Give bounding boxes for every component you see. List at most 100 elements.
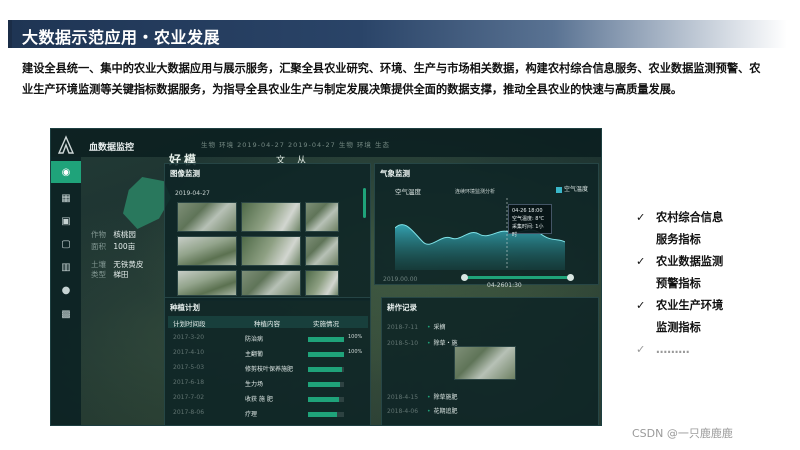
farming-record-title: 耕作记录 [387,303,417,312]
legend-swatch [555,186,562,193]
progress-bar [308,352,344,357]
monitor-photo[interactable] [177,236,237,266]
indicator-list: ✓ 农村综合信息 服务指标 ✓ 农业数据监测 预警指标 ✓ 农业生产环境 监测指标 ✓… [636,207,723,361]
info-row-type: 类型 梯田 [91,270,129,279]
planting-plan-title: 种植计划 [170,303,200,312]
progress-fill [308,337,344,342]
plan-table-row[interactable]: 2017-7-02 收获 施 肥 [168,394,364,406]
progress-bar [308,412,344,417]
chart-left-label: 2019.00.00 [383,276,418,283]
slider-start-knob[interactable] [461,274,468,281]
farming-record-panel: 耕作记录 2018-7-11 • 采摘 2018-5-10 • 除草・施 2018-4-… [381,297,599,425]
weather-chart-title: 连续环境监测分析 [455,189,496,195]
slide: 大数据示范应用・农业发展 建设全县统一、集中的农业大数据应用与展示服务，汇聚全县… [0,0,800,450]
plan-header-status: 实施情况 [313,320,339,328]
progress-bar [308,397,344,402]
indicator-item-cont: 服务指标 [656,233,701,246]
plan-table-row[interactable]: 2017-8-06 疗理 [168,409,364,421]
check-icon: ✓ [636,211,646,224]
plan-crop: 收获 施 肥 [245,396,273,403]
check-icon: ✓ [636,255,646,268]
weather-legend: 空气温度 [555,184,588,193]
plan-date: 2017-4-10 [173,349,205,356]
info-row-crop: 作物 核桃园 [91,230,136,239]
plan-date: 2017-5-03 [173,364,205,371]
progress-fill [308,352,344,357]
plan-crop: 防治病 [245,336,264,343]
planting-plan-panel: 种植计划 计划时间段 种植内容 实施情况 2017-3-20 防治病 100% 201… [164,297,371,425]
slider-end-knob[interactable] [567,274,574,281]
chart-tooltip: 04-26 18:00 空气温度: 8℃ 采集时间: 1小时 [508,204,552,238]
plan-table-row[interactable]: 2017-5-03 修剪枝叶保养施肥 [168,364,364,376]
nav-image-icon[interactable]: ▣ [51,210,81,232]
dashboard-tags: 生物 环境 2019-04-27 2019-04-27 生物 环境 生态 [201,141,390,149]
app-logo-icon [57,135,75,157]
watermark: CSDN @一只鹿鹿鹿 [632,427,733,440]
monitor-photo[interactable] [177,202,237,232]
progress-percent: 100% [348,349,363,355]
nav-building-icon[interactable]: ▦ [51,187,81,209]
monitor-photo[interactable] [241,202,301,232]
progress-percent: 100% [348,334,363,340]
record-photo[interactable] [454,346,516,380]
image-monitor-panel: 图像监测 2019-04-27 [164,163,371,301]
monitor-photo[interactable] [177,270,237,296]
plan-date: 2017-8-06 [173,409,205,416]
progress-fill [308,367,343,372]
check-icon: ✓ [636,299,646,312]
weather-subtitle: 空气温度 [395,188,421,196]
plan-date: 2017-3-20 [173,334,205,341]
plan-crop: 生力场 [245,381,264,388]
plan-table-row[interactable]: 2017-4-10 主翻葡 100% [168,349,364,361]
plan-crop: 修剪枝叶保养施肥 [245,366,294,373]
image-monitor-date: 2019-04-27 [175,190,210,197]
record-item[interactable]: 2018-4-15 • 除草施肥 [387,392,458,401]
progress-bar [308,337,344,342]
monitor-photo[interactable] [305,236,339,266]
indicator-item: ✓……… [636,339,723,361]
indicator-item-cont: 监测指标 [656,321,701,334]
check-icon: ✓ [636,343,646,356]
progress-bar [308,382,344,387]
record-item[interactable]: 2018-5-10 • 除草・施 [387,338,458,347]
image-scrollbar[interactable] [363,188,366,218]
slider-label: 04-2601:30 [487,282,522,289]
monitor-photo[interactable] [305,270,339,296]
page-title: 大数据示范应用・农业发展 [22,28,221,47]
description-text: 建设全县统一、集中的农业大数据应用与展示服务，汇聚全县农业研究、环境、生产与市场… [22,62,761,96]
plan-table-row[interactable]: 2017-6-18 生力场 [168,379,364,391]
progress-fill [308,412,337,417]
progress-bar [308,367,344,372]
plan-header-date: 计划时间段 [173,320,206,328]
nav-grid-icon[interactable]: ▩ [51,303,81,325]
plan-table-header: 计划时间段 种植内容 实施情况 [168,316,368,328]
dashboard-title: 血数据监控 [89,143,135,153]
monitor-photo[interactable] [305,202,339,232]
indicator-item: ✓ 农业数据监测 [636,251,723,273]
tooltip-interval: 采集时间: 1小时 [512,224,544,238]
plan-date: 2017-7-02 [173,394,205,401]
info-row-area: 面积 100亩 [91,242,136,251]
record-item[interactable]: 2018-7-11 • 采摘 [387,322,446,331]
plan-header-content: 种植内容 [254,320,280,328]
plan-crop: 主翻葡 [245,351,264,358]
dashboard-screenshot: 血数据监控 生物 环境 2019-04-27 2019-04-27 生物 环境 … [50,128,602,426]
progress-fill [308,397,339,402]
record-item[interactable]: 2018-4-06 • 花期追肥 [387,406,458,415]
monitor-photo[interactable] [241,236,301,266]
indicator-item-cont: 预警指标 [656,277,701,290]
nav-home-icon[interactable]: ◉ [51,161,81,183]
weather-monitor-title: 气象监测 [380,169,410,178]
plan-date: 2017-6-18 [173,379,205,386]
image-monitor-title: 图像监测 [170,169,200,178]
nav-frame-icon[interactable]: ▢ [51,233,81,255]
indicator-item: ✓ 农村综合信息 [636,207,723,229]
plan-table-row[interactable]: 2017-3-20 防治病 100% [168,334,364,346]
monitor-photo[interactable] [241,270,301,296]
indicator-item: ✓ 农业生产环境 [636,295,723,317]
nav-chart-icon[interactable]: ▥ [51,256,81,278]
dashboard-sidenav: ◉ ▦ ▣ ▢ ▥ ● ▩ [51,157,81,425]
tooltip-time: 04-26 18:00 [512,208,543,214]
nav-settings-icon[interactable]: ● [51,279,81,301]
time-range-slider[interactable] [461,274,574,281]
